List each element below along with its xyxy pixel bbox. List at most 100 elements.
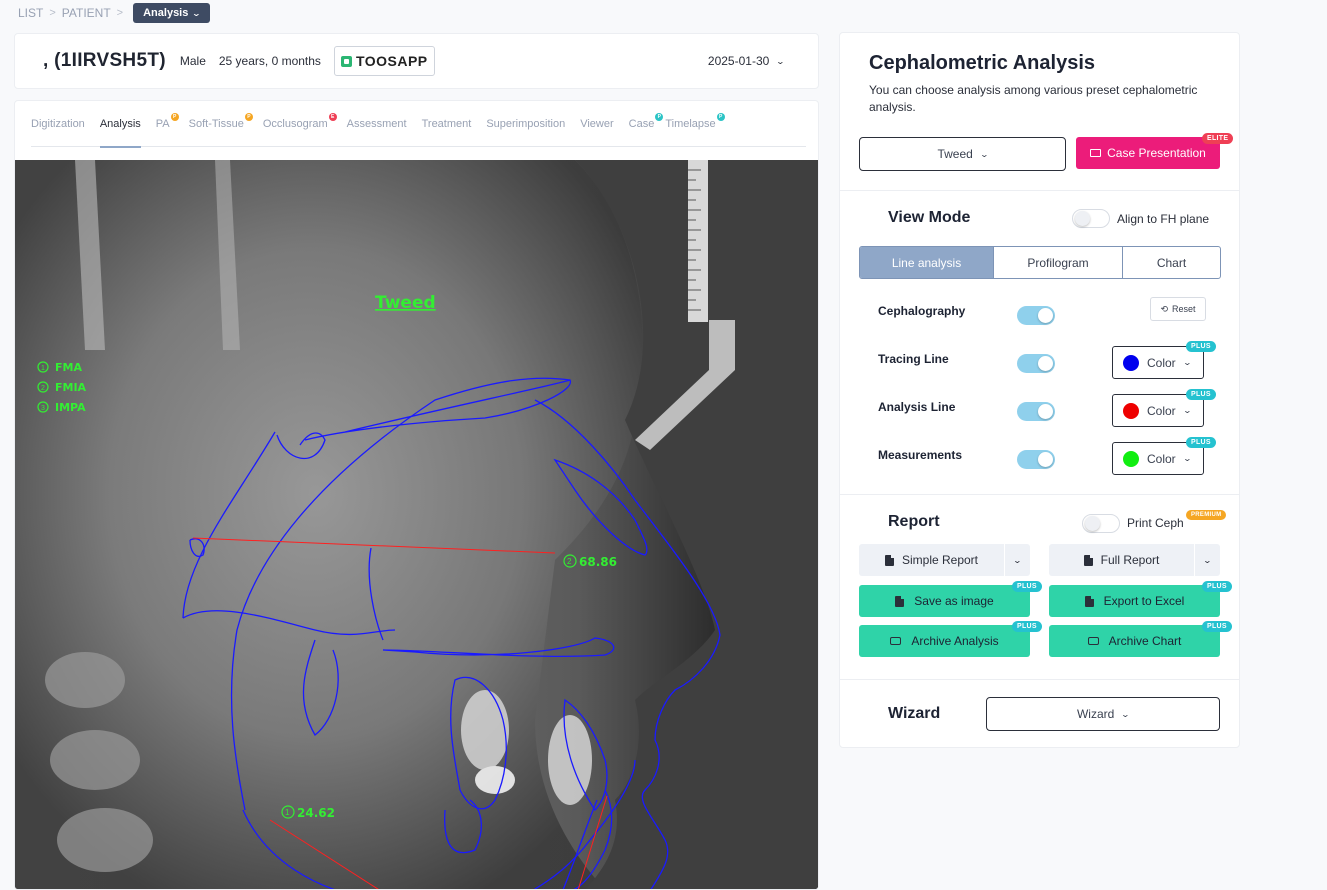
tab-soft-tissue[interactable]: Soft-Tissue P xyxy=(188,101,253,147)
color-label: Color xyxy=(1147,403,1176,418)
tracing-line-toggle[interactable] xyxy=(1017,354,1055,373)
tab-treatment[interactable]: Treatment xyxy=(422,101,472,147)
tab-viewer[interactable]: Viewer xyxy=(580,101,613,147)
color-label: Color xyxy=(1147,355,1176,370)
measurements-toggle[interactable] xyxy=(1017,450,1055,469)
tab-label: PA xyxy=(155,117,170,130)
toosapp-logo[interactable]: TOOSAPP xyxy=(333,46,435,76)
color-label: Color xyxy=(1147,451,1176,466)
chevron-down-icon: ⌄ xyxy=(1182,406,1192,415)
wizard-select[interactable]: Wizard ⌄ xyxy=(986,697,1220,731)
mode-chart[interactable]: Chart xyxy=(1123,247,1220,278)
legend-number: 1 xyxy=(41,365,45,372)
report-title: Report xyxy=(888,513,940,530)
analysis-line-toggle[interactable] xyxy=(1017,402,1055,421)
tab-digitization[interactable]: Digitization xyxy=(31,101,85,147)
archive-chart-button[interactable]: Archive Chart xyxy=(1049,625,1220,657)
analysis-select[interactable]: Tweed ⌄ xyxy=(859,137,1066,171)
tab-label: Treatment xyxy=(421,117,472,130)
align-fh-label: Align to FH plane xyxy=(1117,212,1210,226)
save-as-image-button[interactable]: Save as image xyxy=(859,585,1030,617)
legend-impa: IMPA xyxy=(55,401,86,414)
chevron-down-icon: ⌄ xyxy=(979,149,989,159)
mode-line-analysis[interactable]: Line analysis xyxy=(860,247,994,278)
breadcrumb: LIST > PATIENT > Analysis ⌄ xyxy=(18,2,211,24)
chevron-down-icon: ⌄ xyxy=(1182,358,1192,367)
tab-label: Soft-Tissue xyxy=(188,117,244,130)
measurement-value: 68.86 xyxy=(579,555,617,569)
export-excel-button[interactable]: Export to Excel xyxy=(1049,585,1220,617)
patient-header: , (1IIRVSH5T) Male 25 years, 0 months TO… xyxy=(14,33,819,89)
reset-button[interactable]: ⟲ Reset xyxy=(1150,297,1206,321)
tab-superimposition[interactable]: Superimposition xyxy=(486,101,565,147)
elite-badge: ELITE xyxy=(1202,133,1234,144)
analysis-title-label: Tweed xyxy=(375,293,436,313)
save-as-image-label: Save as image xyxy=(914,594,994,608)
cephalography-label: Cephalography xyxy=(878,304,966,318)
breadcrumb-patient[interactable]: PATIENT xyxy=(62,6,111,20)
simple-report-button[interactable]: Simple Report ⌄ xyxy=(859,544,1030,576)
patient-name: , (1IIRVSH5T) xyxy=(43,50,166,71)
toggle-knob xyxy=(1038,356,1053,371)
full-report-label: Full Report xyxy=(1100,553,1160,567)
divider xyxy=(840,494,1239,495)
cephalometric-analysis-panel: Cephalometric Analysis You can choose an… xyxy=(839,32,1240,748)
tab-badge: P xyxy=(716,112,725,121)
image-file-icon xyxy=(895,595,905,607)
align-fh-toggle[interactable] xyxy=(1072,209,1110,228)
case-presentation-button[interactable]: Case Presentation xyxy=(1076,137,1220,169)
tab-label: Assessment xyxy=(346,117,407,130)
simple-report-label: Simple Report xyxy=(901,553,979,567)
plus-badge: PLUS xyxy=(1186,341,1216,352)
toggle-knob xyxy=(1075,211,1090,226)
archive-analysis-button[interactable]: Archive Analysis xyxy=(859,625,1030,657)
plus-badge: PLUS xyxy=(1186,437,1216,448)
tab-badge: P xyxy=(655,112,664,121)
print-ceph-toggle[interactable] xyxy=(1082,514,1120,533)
simple-report-dropdown[interactable]: ⌄ xyxy=(1004,544,1030,576)
analysis-workspace: Digitization Analysis PA P Soft-Tissue P O… xyxy=(14,100,819,890)
toosapp-icon xyxy=(340,55,352,67)
panel-title: Cephalometric Analysis xyxy=(869,52,1096,74)
full-report-dropdown[interactable]: ⌄ xyxy=(1194,544,1220,576)
breadcrumb-list[interactable]: LIST xyxy=(18,6,43,20)
simple-report-main[interactable]: Simple Report xyxy=(859,544,1004,576)
analysis-select-label: Tweed xyxy=(937,147,973,161)
tab-label: Case xyxy=(628,117,655,130)
tab-case[interactable]: Case P xyxy=(628,101,664,147)
plus-badge: PLUS xyxy=(1012,621,1042,632)
full-report-button[interactable]: Full Report ⌄ xyxy=(1049,544,1220,576)
breadcrumb-separator: > xyxy=(116,7,124,19)
legend-fmia: FMIA xyxy=(55,381,87,394)
full-report-main[interactable]: Full Report xyxy=(1049,544,1194,576)
chevron-down-icon: ⌄ xyxy=(775,56,786,66)
tab-assessment[interactable]: Assessment xyxy=(347,101,407,147)
plus-badge: PLUS xyxy=(1202,581,1232,592)
visit-date-select[interactable]: 2025-01-30 ⌄ xyxy=(708,54,786,68)
cephalogram-viewer[interactable]: Tweed 1 FMA 2 FMIA 3 IMPA 2 68.86 1 24.6 xyxy=(15,160,818,889)
archive-chart-label: Archive Chart xyxy=(1108,634,1182,648)
tab-pa[interactable]: PA P xyxy=(155,101,179,147)
toggle-knob xyxy=(1085,516,1100,531)
color-swatch xyxy=(1123,402,1139,419)
premium-badge: PREMIUM xyxy=(1186,510,1227,520)
archive-icon xyxy=(1087,637,1099,645)
export-excel-label: Export to Excel xyxy=(1103,594,1185,608)
print-ceph-label: Print Ceph xyxy=(1127,516,1184,530)
toggle-knob xyxy=(1038,308,1053,323)
chevron-down-icon: ⌄ xyxy=(1202,555,1213,565)
cephalography-toggle[interactable] xyxy=(1017,306,1055,325)
mode-profilogram[interactable]: Profilogram xyxy=(994,247,1123,278)
legend-fma: FMA xyxy=(55,361,82,374)
breadcrumb-separator: > xyxy=(49,7,56,19)
breadcrumb-analysis-dropdown[interactable]: Analysis ⌄ xyxy=(133,3,211,23)
measurements-label: Measurements xyxy=(878,448,963,462)
divider xyxy=(840,190,1239,191)
toggle-knob xyxy=(1038,404,1053,419)
tracing-line-label: Tracing Line xyxy=(878,352,949,366)
tab-analysis[interactable]: Analysis xyxy=(99,101,141,148)
pdf-icon xyxy=(884,554,894,566)
tab-occlusogram[interactable]: Occlusogram E xyxy=(263,101,337,147)
patient-age: 25 years, 0 months xyxy=(218,54,321,68)
tab-timelapse[interactable]: Timelapse P xyxy=(665,101,725,147)
